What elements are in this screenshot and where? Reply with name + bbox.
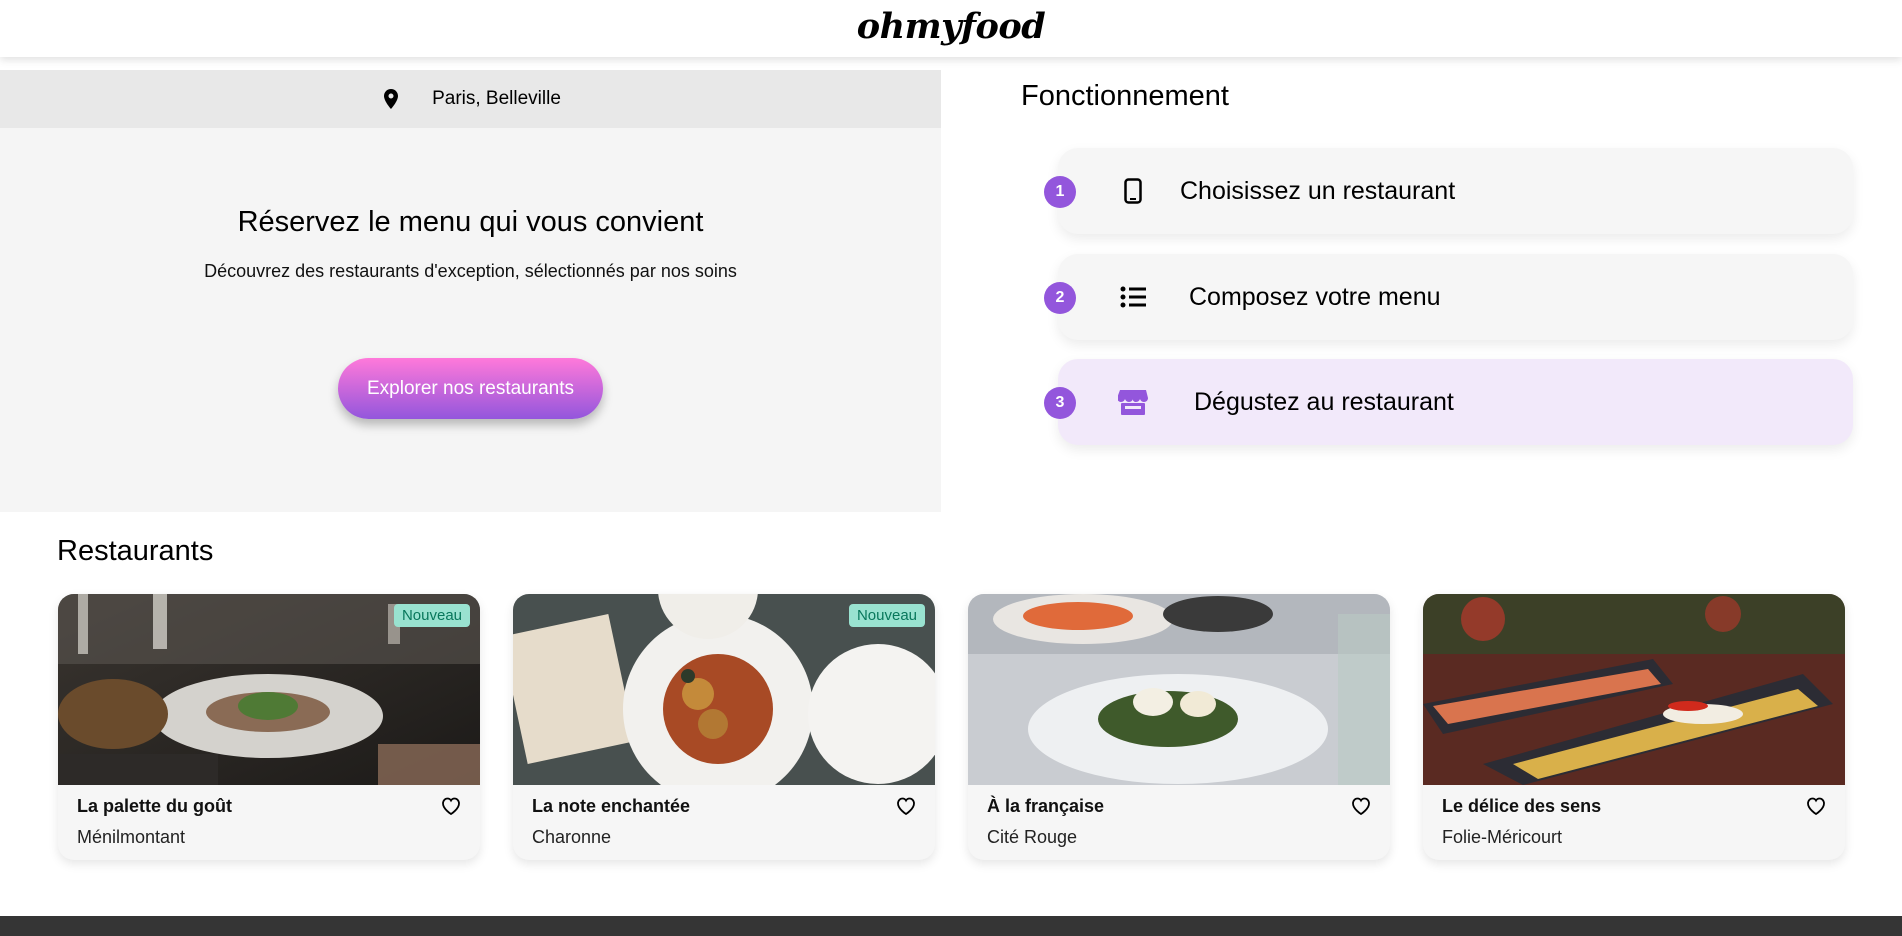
explore-restaurants-button[interactable]: Explorer nos restaurants bbox=[338, 358, 603, 419]
restaurant-photo[interactable]: Nouveau bbox=[513, 594, 935, 785]
logo[interactable]: ohmyfood bbox=[857, 6, 1046, 47]
location-pin-icon bbox=[380, 88, 402, 110]
restaurant-name: La note enchantée bbox=[532, 796, 691, 816]
page-footer bbox=[0, 916, 1902, 936]
step-label: Composez votre menu bbox=[1189, 283, 1441, 311]
step-2[interactable]: 2 Composez votre menu bbox=[1044, 254, 1853, 340]
hero-title: Réservez le menu qui vous convient bbox=[237, 206, 704, 238]
restaurant-area: Charonne bbox=[532, 827, 612, 847]
hero-section: Paris, Belleville Réservez le menu qui v… bbox=[0, 70, 941, 512]
restaurant-card[interactable]: Nouveau La note enchantée Charonne bbox=[513, 594, 935, 860]
restaurant-area: Folie-Méricourt bbox=[1442, 827, 1563, 847]
step-number: 2 bbox=[1044, 282, 1076, 314]
steps-title: Fonctionnement bbox=[1021, 80, 1229, 112]
restaurant-photo[interactable] bbox=[968, 594, 1390, 785]
restaurant-area: Ménilmontant bbox=[77, 827, 186, 847]
restaurant-photo[interactable]: Nouveau bbox=[58, 594, 480, 785]
list-icon bbox=[1118, 282, 1148, 312]
restaurant-name: À la française bbox=[987, 796, 1105, 816]
restaurant-card[interactable]: Le délice des sens Folie-Méricourt bbox=[1423, 594, 1845, 860]
restaurant-name: La palette du goût bbox=[77, 796, 232, 816]
step-1[interactable]: 1 Choisissez un restaurant bbox=[1044, 148, 1853, 234]
new-badge: Nouveau bbox=[848, 604, 925, 627]
store-icon bbox=[1118, 387, 1148, 417]
new-badge: Nouveau bbox=[393, 604, 470, 627]
restaurant-card[interactable]: À la française Cité Rouge bbox=[968, 594, 1390, 860]
location-bar: Paris, Belleville bbox=[0, 70, 941, 128]
step-3[interactable]: 3 Dégustez au restaurant bbox=[1044, 359, 1853, 445]
hero-subtitle: Découvrez des restaurants d'exception, s… bbox=[204, 261, 737, 281]
heart-icon[interactable] bbox=[1350, 795, 1372, 817]
restaurant-name: Le délice des sens bbox=[1442, 796, 1602, 816]
step-number: 3 bbox=[1044, 387, 1076, 419]
restaurant-card[interactable]: Nouveau La palette du goût Ménilmontant bbox=[58, 594, 480, 860]
restaurants-title: Restaurants bbox=[57, 535, 214, 567]
location-text: Paris, Belleville bbox=[432, 88, 561, 109]
step-number: 1 bbox=[1044, 176, 1076, 208]
step-label: Dégustez au restaurant bbox=[1194, 388, 1454, 416]
heart-icon[interactable] bbox=[440, 795, 462, 817]
heart-icon[interactable] bbox=[1805, 795, 1827, 817]
step-label: Choisissez un restaurant bbox=[1180, 177, 1456, 205]
restaurant-area: Cité Rouge bbox=[987, 827, 1078, 847]
site-header: ohmyfood bbox=[0, 0, 1902, 57]
heart-icon[interactable] bbox=[895, 795, 917, 817]
mobile-phone-icon bbox=[1118, 176, 1148, 206]
restaurant-photo[interactable] bbox=[1423, 594, 1845, 785]
